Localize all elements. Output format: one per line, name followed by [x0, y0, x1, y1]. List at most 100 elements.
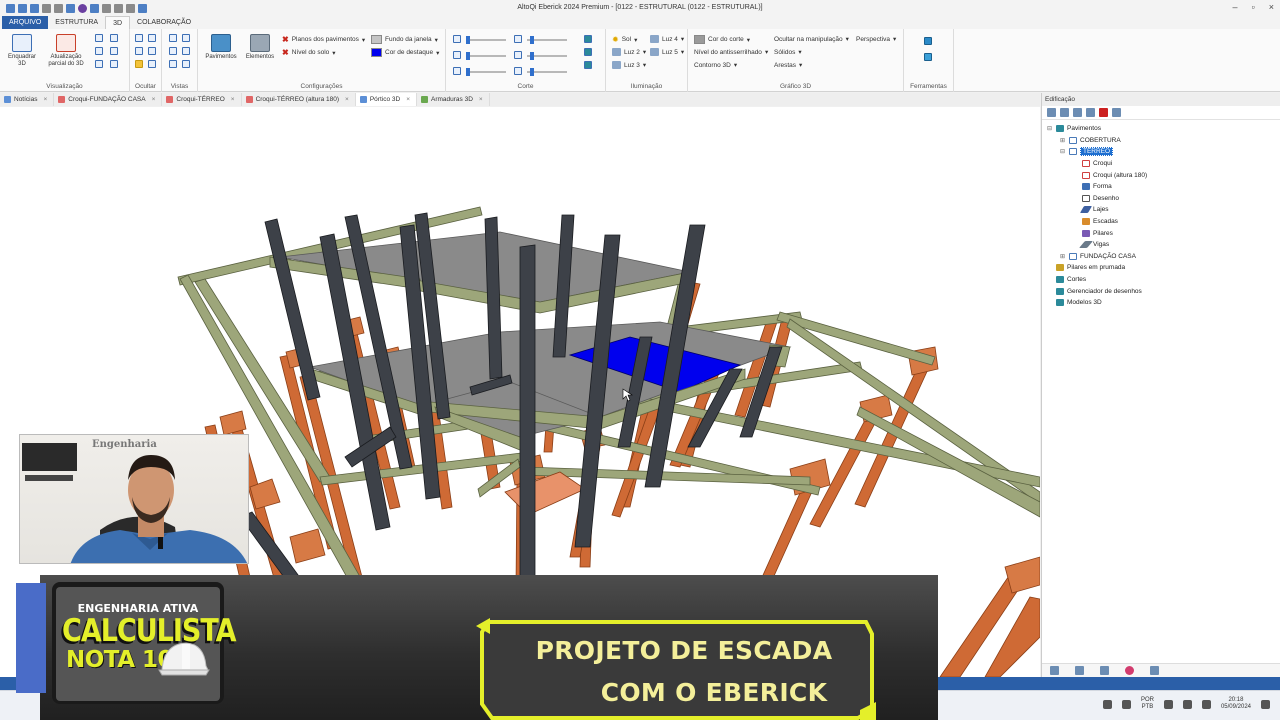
help-icon[interactable]: [138, 3, 147, 13]
tree-item[interactable]: Croqui: [1046, 158, 1280, 170]
luz5-dropdown[interactable]: Luz 5 ▾: [650, 48, 684, 56]
cut-z-handle[interactable]: [466, 68, 470, 76]
tree-item[interactable]: Gerenciador de desenhos: [1046, 285, 1280, 297]
tree-item[interactable]: Croqui (altura 180): [1046, 169, 1280, 181]
solidos-dropdown[interactable]: Sólidos ▾: [774, 48, 802, 57]
cut-y2-slider[interactable]: [527, 52, 567, 60]
view-front-icon[interactable]: [182, 34, 190, 42]
print-icon[interactable]: [42, 3, 51, 13]
tab-estrutura[interactable]: ESTRUTURA: [48, 16, 105, 29]
hide-icon[interactable]: [135, 34, 143, 42]
cut-z2-icon[interactable]: [514, 67, 522, 75]
section-reset-icon[interactable]: [584, 61, 592, 69]
atualizacao-parcial-button[interactable]: Atualização parcial do 3D: [44, 34, 88, 68]
cut-x2-handle[interactable]: [530, 36, 534, 44]
close-tab-icon[interactable]: ×: [479, 96, 483, 103]
view-back-icon[interactable]: [182, 47, 190, 55]
tree-item[interactable]: Cortes: [1046, 274, 1280, 286]
refresh-icon[interactable]: [126, 3, 135, 13]
doc-tab-croqui-terreo-180[interactable]: Croqui-TÉRREO (altura 180) ×: [242, 93, 356, 106]
clock[interactable]: 20:18 05/09/2024: [1221, 697, 1251, 711]
zoom-window-icon[interactable]: [95, 34, 103, 42]
tree-item[interactable]: Pilares: [1046, 227, 1280, 239]
speaker-icon[interactable]: [1182, 699, 1192, 709]
luz3-dropdown[interactable]: Luz 3 ▾: [612, 61, 646, 69]
language-indicator[interactable]: POR PTB: [1141, 697, 1154, 711]
minimize-button[interactable]: –: [1233, 2, 1238, 12]
view-iso-icon[interactable]: [169, 60, 177, 68]
section-plane-icon[interactable]: [584, 48, 592, 56]
cloud-icon[interactable]: [1121, 699, 1131, 709]
cor-destaque-dropdown[interactable]: Cor de destaque ▾: [371, 48, 439, 57]
cut-x-icon[interactable]: [453, 35, 461, 43]
tab-arquivo[interactable]: ARQUIVO: [2, 16, 49, 29]
cut-z-slider[interactable]: [466, 68, 506, 76]
contorno-3d-dropdown[interactable]: Contorno 3D ▾: [694, 61, 737, 70]
view-list-icon[interactable]: [1050, 666, 1059, 675]
add-floor-icon[interactable]: [1060, 108, 1069, 117]
rename-icon[interactable]: [1112, 108, 1121, 117]
tree-item[interactable]: ⊞ FUNDAÇÃO CASA: [1046, 251, 1280, 263]
cut-z2-handle[interactable]: [530, 68, 534, 76]
tree-item[interactable]: ⊟ TÉRREO: [1046, 146, 1280, 158]
close-tab-icon[interactable]: ×: [43, 96, 47, 103]
tree-item[interactable]: Forma: [1046, 181, 1280, 193]
new-file-icon[interactable]: [6, 3, 15, 13]
tab-3d[interactable]: 3D: [105, 16, 131, 29]
view-details-icon[interactable]: [1075, 666, 1084, 675]
cut-y-handle[interactable]: [466, 52, 470, 60]
pan-icon[interactable]: [95, 60, 103, 68]
cut-y2-icon[interactable]: [514, 51, 522, 59]
fundo-janela-dropdown[interactable]: Fundo da janela ▾: [371, 35, 438, 44]
cube-tool-icon[interactable]: [924, 53, 932, 61]
hide-all-icon[interactable]: [148, 34, 156, 42]
close-tab-icon[interactable]: ×: [406, 96, 410, 103]
cut-x2-icon[interactable]: [514, 35, 522, 43]
cut-y-slider[interactable]: [466, 52, 506, 60]
tree-item[interactable]: ⊞ COBERTURA: [1046, 135, 1280, 147]
elementos-button[interactable]: Elementos: [242, 34, 278, 61]
paint-tool-icon[interactable]: [924, 37, 932, 45]
view-side-icon[interactable]: [169, 47, 177, 55]
tree-item[interactable]: Lajes: [1046, 204, 1280, 216]
cut-z2-slider[interactable]: [527, 68, 567, 76]
tree-expander-icon[interactable]: ⊞: [1059, 253, 1066, 260]
planos-pavimentos-dropdown[interactable]: ✖ Planos dos pavimentos ▾: [282, 35, 365, 44]
doc-tab-croqui-terreo[interactable]: Croqui-TÉRREO ×: [162, 93, 242, 106]
maximize-button[interactable]: ▫: [1252, 2, 1255, 12]
cut-x-handle[interactable]: [466, 36, 470, 44]
pavimentos-button[interactable]: Pavimentos: [203, 34, 239, 61]
save-icon[interactable]: [30, 3, 39, 13]
undo-icon[interactable]: [102, 3, 111, 13]
tree-expander-icon[interactable]: ⊟: [1046, 125, 1053, 132]
plugin-icon[interactable]: [78, 3, 87, 13]
tree-item[interactable]: Escadas: [1046, 216, 1280, 228]
wifi-icon[interactable]: [1163, 699, 1173, 709]
view-bottom-icon[interactable]: [182, 60, 190, 68]
light-bulb-icon[interactable]: [135, 60, 143, 68]
notifications-icon[interactable]: [1261, 699, 1270, 709]
grid-view-icon[interactable]: [1150, 666, 1159, 675]
tab-colaboracao[interactable]: COLABORAÇÃO: [130, 16, 198, 29]
close-button[interactable]: ×: [1269, 2, 1274, 12]
filter-icon[interactable]: [148, 60, 156, 68]
sol-dropdown[interactable]: ✹ Sol ▾: [612, 35, 637, 44]
luz2-dropdown[interactable]: Luz 2 ▾: [612, 48, 646, 56]
doc-tab-noticias[interactable]: Notícias ×: [0, 93, 55, 106]
wrench-icon[interactable]: [1086, 108, 1095, 117]
cut-x-slider[interactable]: [466, 36, 506, 44]
tree-item[interactable]: Vigas: [1046, 239, 1280, 251]
chevron-up-icon[interactable]: [1102, 699, 1112, 709]
redo-icon[interactable]: [114, 3, 123, 13]
settings-icon[interactable]: [54, 3, 63, 13]
ocultar-manipulacao-dropdown[interactable]: Ocultar na manipulação ▾: [774, 35, 849, 44]
delete-icon[interactable]: [1099, 108, 1108, 117]
doc-tab-croqui-fundacao[interactable]: Croqui-FUNDAÇÃO CASA ×: [54, 93, 163, 106]
close-tab-icon[interactable]: ×: [152, 96, 156, 103]
open-file-icon[interactable]: [18, 3, 27, 13]
nivel-solo-dropdown[interactable]: ✖ Nível do solo ▾: [282, 48, 336, 57]
antisserrilhado-dropdown[interactable]: Nível do antisserrilhado ▾: [694, 48, 768, 57]
cut-x2-slider[interactable]: [527, 36, 567, 44]
tree-item[interactable]: Desenho: [1046, 193, 1280, 205]
cor-corte-dropdown[interactable]: Cor do corte ▾: [694, 35, 750, 44]
